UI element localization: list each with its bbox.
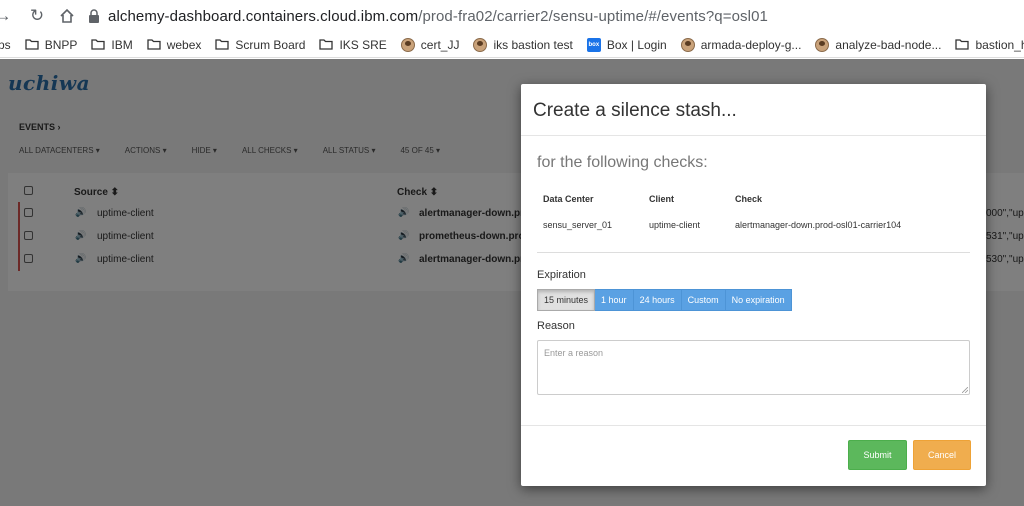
header-divider: [521, 135, 986, 136]
avatar-icon: [473, 37, 488, 52]
expiration-1-hour[interactable]: 1 hour: [595, 289, 634, 311]
folder-icon: [25, 39, 39, 50]
url-path: /prod-fra02/carrier2/sensu-uptime/#/even…: [418, 7, 768, 25]
check-client: uptime-client: [649, 220, 701, 230]
box-icon: box: [586, 37, 601, 52]
bookmark-bnpp[interactable]: BNPP: [25, 37, 78, 52]
bookmark-label: IBM: [111, 37, 133, 52]
folder-icon: [147, 39, 161, 50]
bookmark-iks-bastion-test[interactable]: iks bastion test: [473, 37, 573, 52]
expiration-24-hours[interactable]: 24 hours: [633, 289, 682, 311]
expiration-button-group: 15 minutes 1 hour 24 hours Custom No exp…: [537, 289, 792, 311]
cancel-button[interactable]: Cancel: [913, 440, 971, 470]
column-header-check: Check: [735, 194, 763, 204]
check-datacenter: sensu_server_01: [543, 220, 613, 230]
lock-icon: [89, 9, 99, 23]
folder-icon: [955, 39, 970, 50]
home-icon[interactable]: [56, 5, 78, 27]
check-name: alertmanager-down.prod-osl01-carrier104: [735, 220, 902, 230]
avatar-icon: [680, 37, 695, 52]
folder-icon: [215, 39, 230, 50]
bookmarks-bar: ps BNPP IBM webex Scrum Board IKS SRE ce…: [0, 32, 1024, 58]
reload-icon[interactable]: ↻: [26, 5, 48, 27]
expiration-15-minutes[interactable]: 15 minutes: [537, 289, 596, 311]
bookmark-label: IKS SRE: [339, 37, 387, 52]
column-header-client: Client: [649, 194, 675, 204]
reason-label: Reason: [537, 320, 575, 332]
expiration-custom[interactable]: Custom: [681, 289, 726, 311]
bookmark-label: Scrum Board: [235, 37, 306, 52]
url-host: alchemy-dashboard.containers.cloud.ibm.c…: [108, 7, 419, 25]
bookmark-label: analyze-bad-node...: [835, 37, 942, 52]
bookmark-apps[interactable]: ps: [0, 38, 11, 52]
bookmark-label: BNPP: [44, 37, 78, 52]
expiration-label: Expiration: [537, 269, 586, 281]
avatar-icon: [815, 37, 830, 52]
expiration-none[interactable]: No expiration: [725, 289, 792, 311]
bookmark-armada-deploy[interactable]: armada-deploy-g...: [680, 37, 802, 52]
submit-button[interactable]: Submit: [848, 440, 907, 470]
bookmark-cert-jj[interactable]: cert_JJ: [400, 37, 460, 52]
address-bar[interactable]: alchemy-dashboard.containers.cloud.ibm.c…: [88, 8, 768, 25]
silence-stash-dialog: Create a silence stash... for the follow…: [521, 84, 986, 486]
bookmark-label: cert_JJ: [420, 37, 460, 52]
bookmark-webex[interactable]: webex: [147, 37, 202, 52]
folder-icon: [319, 39, 334, 50]
bookmark-label: armada-deploy-g...: [700, 37, 802, 52]
column-header-datacenter: Data Center: [543, 194, 594, 204]
bookmark-label: bastion_host: [975, 37, 1024, 52]
bookmark-box-login[interactable]: box Box | Login: [586, 37, 667, 52]
bookmark-iks-sre[interactable]: IKS SRE: [319, 37, 387, 52]
resize-grip-icon[interactable]: [962, 387, 968, 393]
footer-divider: [521, 425, 986, 426]
folder-icon: [91, 39, 106, 50]
bookmark-label: webex: [166, 37, 202, 52]
avatar-icon: [400, 37, 415, 52]
bookmark-bastion-host[interactable]: bastion_host: [955, 38, 1024, 52]
bookmark-label: Box | Login: [606, 37, 667, 52]
bookmark-analyze-bad-node[interactable]: analyze-bad-node...: [815, 37, 942, 52]
reason-input[interactable]: [537, 340, 970, 395]
bookmark-scrum-board[interactable]: Scrum Board: [215, 38, 305, 52]
bookmark-label: ps: [0, 37, 11, 52]
dialog-title: Create a silence stash...: [533, 100, 737, 121]
dialog-subtitle: for the following checks:: [537, 154, 708, 171]
bookmark-label: iks bastion test: [493, 37, 573, 52]
bookmark-ibm[interactable]: IBM: [91, 37, 133, 52]
browser-toolbar: → ↻ alchemy-dashboard.containers.cloud.i…: [0, 0, 1024, 32]
table-divider: [537, 252, 970, 253]
forward-arrow-icon[interactable]: →: [0, 5, 14, 27]
